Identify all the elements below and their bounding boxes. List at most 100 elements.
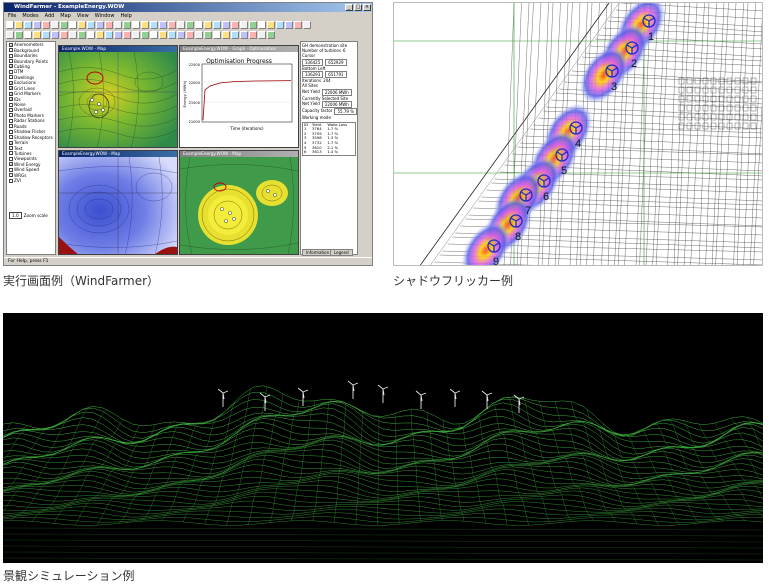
toolbar-button[interactable] [267,21,275,29]
toolbar-button[interactable] [258,31,266,39]
toolbar-button[interactable] [267,31,275,39]
toolbar-button[interactable] [177,31,185,39]
toolbar-button[interactable] [24,21,32,29]
layer-checkbox[interactable] [8,156,13,161]
layer-checkbox[interactable]: ✓ [8,86,13,91]
toolbar-button[interactable] [6,31,14,39]
toolbar-button[interactable] [240,31,248,39]
toolbar-button[interactable] [51,31,59,39]
toolbar-button[interactable] [204,31,212,39]
zoom-input[interactable]: 1.0 [9,212,22,219]
tab-legend[interactable]: Legend [330,249,353,256]
layer-checkbox[interactable]: ✓ [8,97,13,102]
layer-item[interactable]: Shadow Receptors [7,134,55,140]
toolbar-button[interactable] [96,31,104,39]
toolbar-button[interactable] [114,21,122,29]
layer-checkbox[interactable]: ✓ [8,91,13,96]
toolbar-button[interactable] [168,21,176,29]
layer-checkbox[interactable] [8,151,13,156]
toolbar-button[interactable] [186,31,194,39]
toolbar-button[interactable] [303,21,311,29]
toolbar-button[interactable] [15,31,23,39]
toolbar-button[interactable] [168,31,176,39]
maximize-button[interactable]: □ [354,4,362,11]
close-button[interactable]: × [363,4,371,11]
map-window-bottom-right[interactable]: ExampleEnergy.WOW - Map [179,150,299,255]
toolbar-button[interactable] [141,21,149,29]
layer-checkbox[interactable] [8,48,13,53]
layer-item[interactable]: Boundary Points [7,58,55,64]
toolbar-button[interactable] [123,21,131,29]
toolbar-button[interactable] [249,21,257,29]
layer-checkbox[interactable] [8,135,13,140]
minimize-button[interactable]: _ [345,4,353,11]
toolbar-button[interactable] [33,21,41,29]
layer-checkbox[interactable] [8,146,13,151]
toolbar-button[interactable] [195,21,203,29]
toolbar-button[interactable] [240,21,248,29]
layer-checkbox[interactable] [8,178,13,183]
layer-checkbox[interactable] [8,113,13,118]
toolbar-button[interactable] [213,21,221,29]
toolbar-button[interactable] [69,31,77,39]
menu-help[interactable]: Help [120,12,131,20]
layer-checkbox[interactable] [8,59,13,64]
toolbar-button[interactable] [177,21,185,29]
toolbar-button[interactable] [294,21,302,29]
toolbar-button[interactable] [105,21,113,29]
layer-checkbox[interactable] [8,75,13,80]
toolbar-button[interactable] [150,21,158,29]
toolbar-button[interactable] [60,31,68,39]
toolbar-button[interactable] [132,31,140,39]
toolbar-button[interactable] [249,31,257,39]
layer-checkbox[interactable]: ✓ [8,64,13,69]
layer-checkbox[interactable]: ✓ [8,162,13,167]
layer-checkbox[interactable] [8,69,13,74]
layer-checkbox[interactable] [8,129,13,134]
toolbar-button[interactable] [204,21,212,29]
layer-checkbox[interactable]: ✓ [8,140,13,145]
toolbar-button[interactable] [222,31,230,39]
toolbar-button[interactable] [231,31,239,39]
layer-checkbox[interactable] [8,53,13,58]
menu-window[interactable]: Window [95,12,115,20]
toolbar-button[interactable] [42,21,50,29]
energy-yield-map[interactable] [180,156,298,255]
toolbar-button[interactable] [276,21,284,29]
toolbar-button[interactable] [87,21,95,29]
toolbar-button[interactable] [6,21,14,29]
toolbar-button[interactable] [78,21,86,29]
toolbar-button[interactable] [132,21,140,29]
menu-map[interactable]: Map [60,12,71,20]
toolbar-button[interactable] [51,21,59,29]
toolbar-button[interactable] [33,31,41,39]
toolbar-button[interactable] [69,21,77,29]
toolbar-button[interactable] [123,31,131,39]
toolbar-button[interactable] [222,21,230,29]
toolbar-button[interactable] [114,31,122,39]
toolbar-button[interactable] [213,31,221,39]
toolbar-button[interactable] [159,31,167,39]
layer-checkbox[interactable]: ✓ [8,80,13,85]
wind-speed-map[interactable] [59,156,177,255]
energy-contour-map[interactable] [59,51,177,148]
layer-checkbox[interactable] [8,124,13,129]
toolbar-button[interactable] [195,31,203,39]
layer-checkbox[interactable] [8,167,13,172]
toolbar-button[interactable] [141,31,149,39]
toolbar-button[interactable] [186,21,194,29]
toolbar-button[interactable] [42,31,50,39]
toolbar-button[interactable] [231,21,239,29]
layer-checkbox[interactable] [8,102,13,107]
toolbar-button[interactable] [285,21,293,29]
layer-checkbox[interactable]: ✓ [8,42,13,47]
menu-view[interactable]: View [77,12,89,20]
map-window-bottom-left[interactable]: ExampleEnergy.WOW - Map [58,150,178,255]
menu-add[interactable]: Add [45,12,55,20]
toolbar-button[interactable] [96,21,104,29]
toolbar-button[interactable] [78,31,86,39]
toolbar-button[interactable] [159,21,167,29]
toolbar-button[interactable] [258,21,266,29]
menu-file[interactable]: File [8,12,16,20]
toolbar-button[interactable] [150,31,158,39]
